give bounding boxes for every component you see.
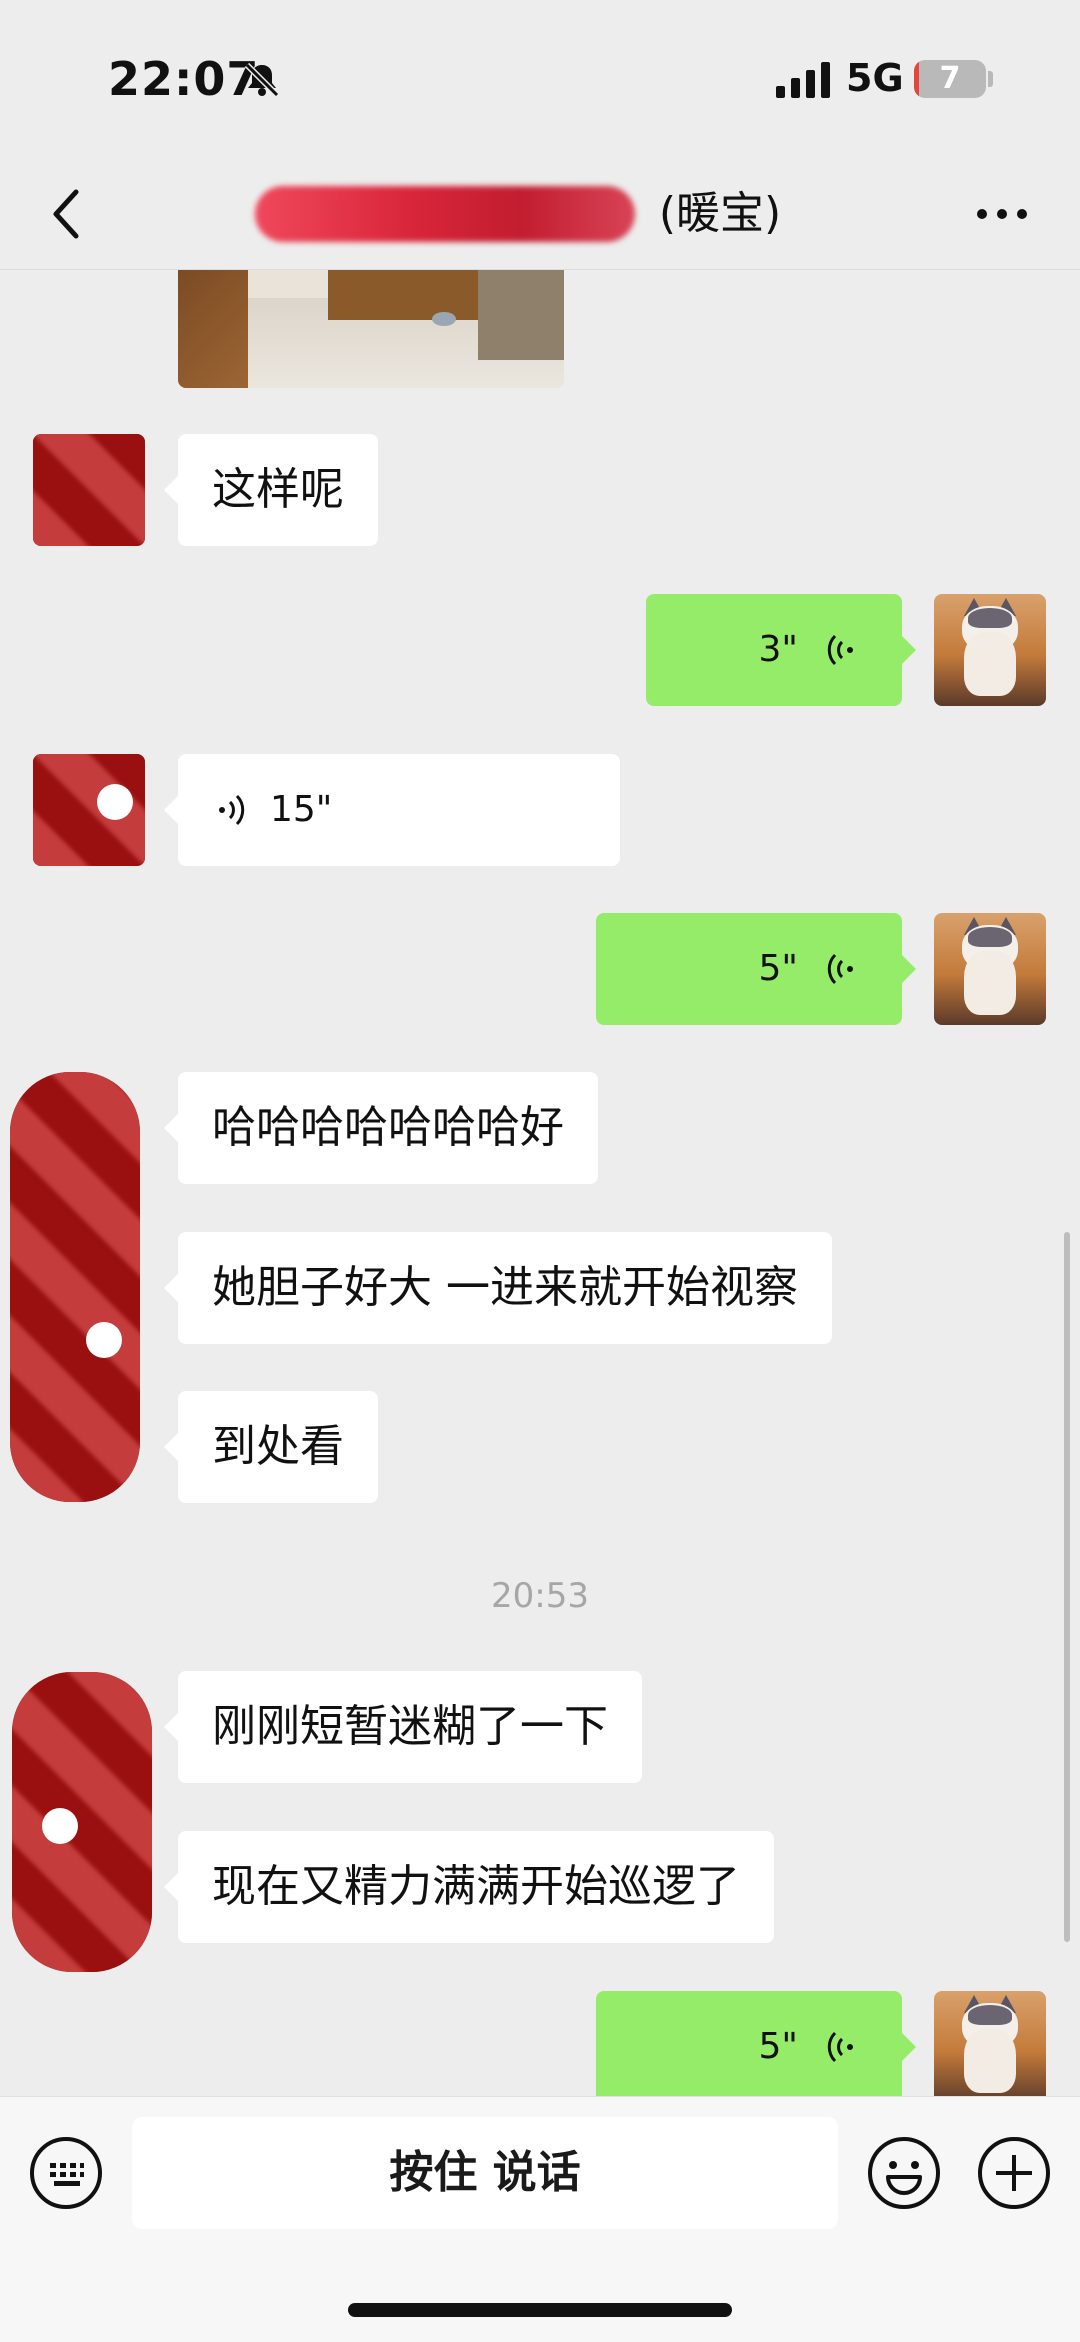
home-indicator[interactable] (348, 2303, 732, 2317)
voice-wave-icon (827, 634, 853, 666)
voice-message[interactable]: 5" (596, 913, 916, 1025)
chat-header: (暖宝) (0, 160, 1080, 270)
message-list[interactable]: 这样呢 3" 15" 5" 哈哈哈哈哈哈哈好 她胆子好大 一进来就开始视察 到处… (0, 270, 1080, 2096)
voice-wave-icon (827, 953, 853, 985)
avatar[interactable] (934, 594, 1046, 706)
message-bubble[interactable]: 刚刚短暂迷糊了一下 (164, 1671, 642, 1783)
more-dots-icon[interactable] (970, 182, 1034, 246)
avatar[interactable] (934, 1991, 1046, 2096)
voice-wave-icon (827, 2031, 853, 2063)
message-bubble[interactable]: 哈哈哈哈哈哈哈好 (164, 1072, 598, 1184)
network-type: 5G (846, 56, 904, 100)
battery-level-fill (914, 60, 920, 98)
voice-duration: 15" (270, 789, 333, 830)
voice-message[interactable]: 15" (164, 754, 620, 866)
bell-muted-icon (244, 62, 280, 98)
scrollbar[interactable] (1064, 1232, 1070, 1942)
message-bubble[interactable]: 她胆子好大 一进来就开始视察 (164, 1232, 832, 1344)
battery-indicator: 7 (914, 60, 986, 98)
avatar[interactable] (33, 434, 145, 546)
battery-percent: 7 (939, 61, 961, 96)
voice-wave-icon (219, 794, 245, 826)
message-bubble[interactable]: 现在又精力满满开始巡逻了 (164, 1831, 774, 1943)
voice-duration: 3" (758, 629, 798, 670)
voice-message[interactable]: 3" (646, 594, 916, 706)
hold-to-talk-button[interactable]: 按住 说话 (132, 2117, 838, 2229)
signal-icon (776, 62, 830, 98)
keyboard-icon[interactable] (28, 2135, 104, 2211)
battery-tip (988, 71, 993, 87)
chat-title-text: (暖宝) (658, 188, 782, 239)
plus-icon[interactable] (976, 2135, 1052, 2211)
avatar[interactable] (33, 754, 145, 866)
redacted-name-overlay (255, 186, 635, 242)
voice-message[interactable]: 5" (596, 1991, 916, 2096)
time-divider: 20:53 (491, 1576, 589, 1616)
avatar[interactable] (12, 1672, 152, 1972)
avatar[interactable] (10, 1072, 140, 1502)
voice-duration: 5" (758, 948, 798, 989)
status-bar: 22:07 5G 7 (0, 0, 1080, 160)
image-message[interactable] (178, 270, 564, 388)
message-bubble[interactable]: 到处看 (164, 1391, 378, 1503)
voice-duration: 5" (758, 2026, 798, 2067)
message-bubble[interactable]: 这样呢 (164, 434, 378, 546)
chevron-left-icon[interactable] (36, 182, 100, 246)
status-time: 22:07 (108, 52, 260, 106)
emoji-icon[interactable] (866, 2135, 942, 2211)
avatar[interactable] (934, 913, 1046, 1025)
